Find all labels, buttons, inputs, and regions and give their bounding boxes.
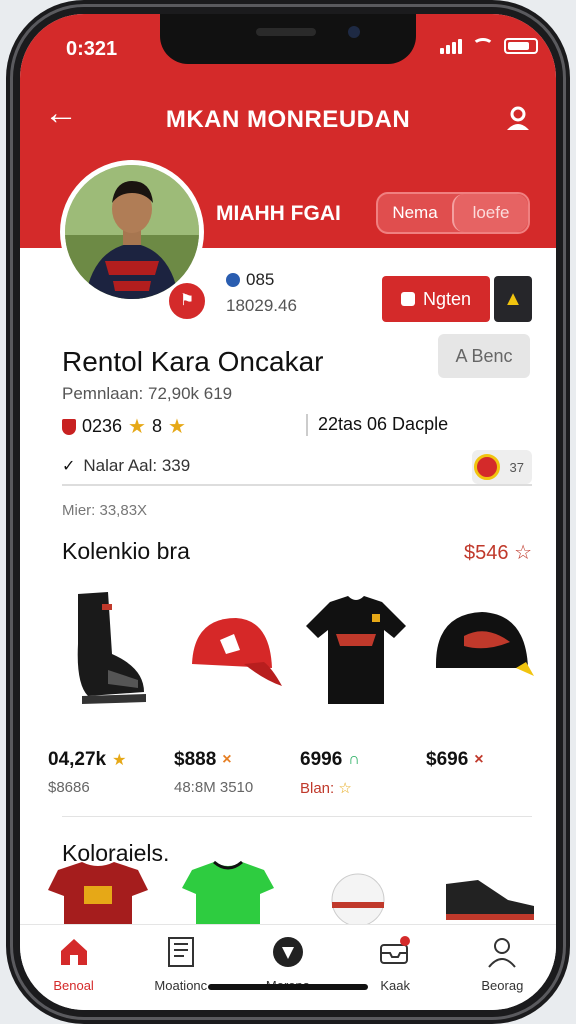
profile-name-header: MIAHH FGAI	[216, 202, 341, 225]
clipboard-icon	[167, 937, 194, 967]
shoe-icon	[77, 592, 146, 704]
rating-stat: 0236 ★ 8 ★	[62, 414, 186, 439]
sub-info: Pemnlaan: 72,90k 619	[62, 384, 233, 403]
cap-icon	[192, 618, 282, 686]
verified-icon	[226, 273, 240, 287]
tag-icon: ∩	[348, 751, 360, 768]
toggle-option-2[interactable]: loefe	[452, 194, 528, 232]
status-time: 0:321	[66, 38, 118, 60]
helmet-icon[interactable]	[308, 860, 408, 924]
home-icon	[60, 939, 87, 965]
status-icons	[440, 38, 538, 54]
home-indicator	[208, 984, 368, 990]
tab-profile[interactable]: Beorag	[457, 935, 547, 1010]
date-stat: 22tas 06 Dacple	[318, 414, 449, 434]
chevron-down-icon: ✓	[62, 458, 76, 475]
filter-field[interactable]: ✓ Nalar Aal: 339	[62, 448, 532, 486]
profile-icon	[488, 938, 517, 968]
divider	[306, 414, 308, 436]
signal-icon	[440, 39, 462, 54]
sneaker-icon[interactable]	[438, 860, 538, 924]
divider	[62, 816, 532, 817]
screen: 0:321 ← MKAN MONREUDAN MIAHH FGAI Nema l…	[20, 14, 556, 1010]
product-card[interactable]: 04,27k ★ $8686	[48, 584, 160, 797]
user-icon[interactable]	[504, 104, 532, 132]
notch	[160, 14, 416, 64]
battery-icon	[504, 38, 538, 54]
tab-bar: Benoal Moationc Merona Kaak Beorag	[20, 924, 556, 1010]
square-icon	[400, 292, 415, 306]
triangle-icon: ▲	[503, 288, 523, 310]
star-icon: ★	[128, 416, 146, 438]
close-icon: ×	[474, 751, 484, 768]
shirt-icon	[306, 596, 406, 704]
tab-inbox[interactable]: Kaak	[350, 935, 440, 1010]
record-icon	[474, 454, 500, 480]
avatar-photo	[65, 165, 199, 299]
product-card[interactable]: $696 ×	[426, 584, 538, 797]
secondary-button[interactable]: A Benc	[438, 334, 530, 378]
product-row-2	[48, 860, 538, 924]
tab-notifications[interactable]: Moationc	[136, 935, 226, 1010]
star-icon: ★	[112, 752, 127, 769]
star-outline-icon: ☆	[338, 780, 352, 797]
page-title: Rentol Kara Oncakar	[62, 346, 324, 377]
tab-messages[interactable]: Merona	[243, 935, 333, 1010]
close-icon: ×	[222, 751, 232, 768]
product-card[interactable]: $888 × 48:8M 3510	[174, 584, 286, 797]
shield-icon	[62, 418, 76, 435]
page-header-title: MKAN MONREUDAN	[165, 106, 411, 133]
team-badge-icon: ⚑	[166, 280, 208, 322]
toggle-option-1[interactable]: Nema	[378, 194, 452, 232]
wifi-icon	[472, 38, 494, 54]
jersey-icon[interactable]	[48, 860, 148, 924]
status-chip[interactable]: 37	[472, 450, 532, 484]
meta-line: Mier: 33,83X	[62, 502, 148, 519]
profile-stat: 18029.46	[226, 296, 297, 315]
product-list: 04,27k ★ $8686 $888 × 48:8M 3510 6996 ∩ Bla…	[48, 584, 538, 797]
tab-home[interactable]: Benoal	[29, 935, 119, 1010]
inbox-icon	[380, 936, 411, 964]
star-outline-icon: ☆	[514, 542, 532, 564]
star-icon: ★	[168, 416, 186, 438]
profile-id: 085	[226, 270, 274, 290]
collection-price[interactable]: $546 ☆	[464, 540, 532, 565]
view-toggle[interactable]: Nema loefe	[376, 192, 530, 234]
phone-frame: 0:321 ← MKAN MONREUDAN MIAHH FGAI Nema l…	[6, 0, 570, 1024]
share-button[interactable]: ▲	[494, 276, 532, 322]
product-card[interactable]: 6996 ∩ Blan: ☆	[300, 584, 412, 797]
follow-button[interactable]: Ngten	[382, 276, 490, 322]
green-shirt-icon[interactable]	[178, 860, 278, 924]
chat-icon	[272, 937, 303, 967]
collection-title: Kolenkio bra	[62, 538, 190, 564]
helmet-cap-icon	[436, 612, 534, 676]
